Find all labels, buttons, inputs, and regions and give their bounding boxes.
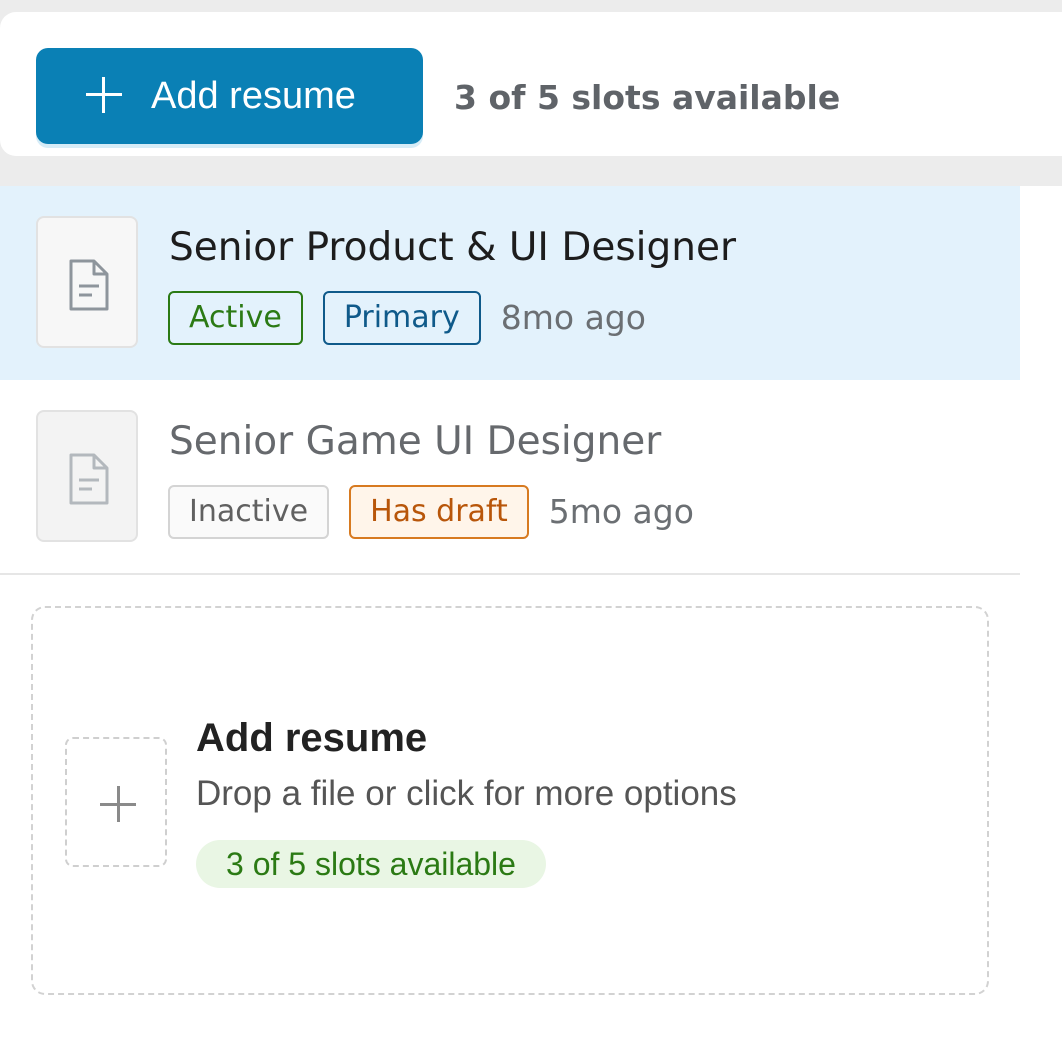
dropzone-subtitle: Drop a file or click for more options — [196, 774, 737, 813]
plus-icon — [100, 786, 136, 822]
resume-list: Senior Product & UI Designer Active Prim… — [0, 186, 1020, 575]
slots-available-text: 3 of 5 slots available — [454, 78, 841, 117]
add-resume-button-label: Add resume — [151, 75, 356, 117]
dropzone-plus-box — [65, 737, 167, 867]
status-badge-primary: Primary — [322, 291, 481, 345]
status-badge-inactive: Inactive — [168, 485, 330, 539]
status-badge-has-draft: Has draft — [349, 485, 529, 539]
add-resume-button[interactable]: Add resume — [36, 48, 423, 144]
resume-tags: Active Primary 8mo ago — [168, 291, 646, 345]
document-icon — [69, 259, 109, 311]
plus-icon — [86, 77, 122, 113]
add-resume-dropzone[interactable]: Add resume Drop a file or click for more… — [31, 606, 989, 995]
status-badge-active: Active — [168, 291, 303, 345]
resume-title: Senior Product & UI Designer — [169, 225, 737, 270]
resume-row[interactable]: Senior Product & UI Designer Active Prim… — [0, 186, 1020, 380]
resume-title: Senior Game UI Designer — [169, 419, 662, 464]
resume-thumbnail — [36, 216, 138, 348]
resume-row[interactable]: Senior Game UI Designer Inactive Has dra… — [0, 380, 1020, 575]
resume-tags: Inactive Has draft 5mo ago — [168, 485, 694, 539]
document-icon — [69, 453, 109, 505]
resume-updated-time: 8mo ago — [500, 298, 646, 337]
resume-thumbnail — [36, 410, 138, 542]
slots-available-pill: 3 of 5 slots available — [196, 840, 546, 888]
toolbar: Add resume 3 of 5 slots available — [0, 12, 1062, 156]
resume-updated-time: 5mo ago — [548, 492, 694, 531]
dropzone-title: Add resume — [196, 716, 428, 760]
